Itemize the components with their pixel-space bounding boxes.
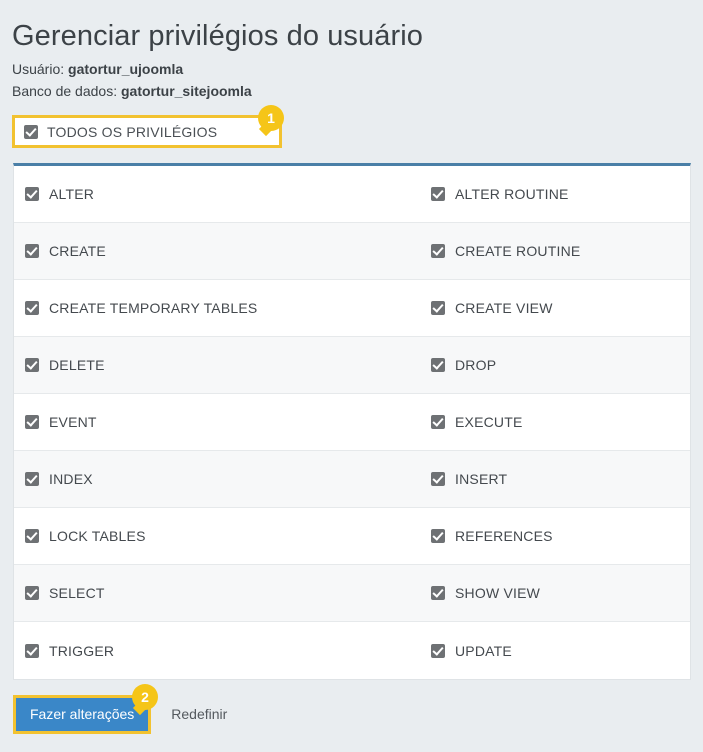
privilege-label: ALTER ROUTINE	[455, 186, 569, 202]
privilege-cell[interactable]: UPDATE	[420, 643, 680, 659]
privilege-checkbox[interactable]	[431, 643, 445, 658]
privilege-checkbox[interactable]	[431, 586, 445, 600]
table-row: LOCK TABLES REFERENCES	[14, 508, 690, 565]
privilege-checkbox[interactable]	[25, 358, 39, 372]
privilege-label: UPDATE	[455, 642, 512, 659]
privilege-label: SELECT	[49, 585, 105, 601]
privilege-cell[interactable]: SHOW VIEW	[420, 585, 680, 601]
table-row: TRIGGER UPDATE	[14, 622, 690, 679]
table-row: INDEX INSERT	[14, 451, 690, 508]
privileges-table: ALTER ALTER ROUTINE CREATE CREATE ROUTINE CR…	[13, 163, 691, 680]
make-changes-button[interactable]: Fazer alterações	[16, 697, 149, 731]
privilege-label: TRIGGER	[49, 642, 115, 659]
all-privileges-checkbox[interactable]	[24, 124, 38, 139]
privilege-label: EVENT	[49, 414, 97, 430]
privilege-label: SHOW VIEW	[455, 585, 541, 601]
database-meta: Banco de dados: gatortur_sitejoomla	[0, 80, 703, 102]
privilege-label: CREATE ROUTINE	[455, 243, 581, 259]
privilege-cell[interactable]: TRIGGER	[14, 643, 420, 659]
privilege-checkbox[interactable]	[25, 301, 39, 315]
submit-highlight: Fazer alterações 2	[13, 683, 158, 734]
privilege-label: DROP	[455, 357, 497, 373]
privilege-cell[interactable]: ALTER	[14, 186, 420, 202]
privilege-label: ALTER	[49, 186, 95, 202]
all-privileges-highlight: TODOS OS PRIVILÉGIOS 1	[12, 105, 284, 148]
privilege-cell[interactable]: EVENT	[14, 414, 420, 430]
privilege-label: DELETE	[49, 357, 105, 373]
submit-outline: Fazer alterações	[13, 694, 152, 734]
user-value: gatortur_ujoomla	[68, 61, 184, 77]
user-label: Usuário:	[12, 61, 65, 77]
page-title: Gerenciar privilégios do usuário	[12, 20, 424, 52]
privilege-label: CREATE VIEW	[455, 300, 553, 316]
privilege-checkbox[interactable]	[25, 529, 39, 543]
privilege-checkbox[interactable]	[25, 187, 39, 201]
form-actions: Fazer alterações 2 Redefinir	[13, 683, 703, 734]
privilege-label: EXECUTE	[455, 414, 523, 430]
table-row: EVENT EXECUTE	[14, 394, 690, 451]
privilege-checkbox[interactable]	[25, 472, 39, 486]
privilege-cell[interactable]: INDEX	[14, 471, 420, 487]
table-row: DELETE DROP	[14, 337, 690, 394]
privilege-checkbox[interactable]	[25, 643, 39, 658]
privilege-cell[interactable]: INSERT	[420, 471, 680, 487]
privilege-cell[interactable]: CREATE TEMPORARY TABLES	[14, 300, 420, 316]
privilege-cell[interactable]: CREATE	[14, 243, 420, 259]
privilege-label: LOCK TABLES	[49, 528, 146, 544]
database-label: Banco de dados:	[12, 83, 118, 99]
privilege-cell[interactable]: SELECT	[14, 585, 420, 601]
callout-badge-1: 1	[258, 105, 284, 131]
callout-badge-2: 2	[132, 683, 158, 710]
privilege-cell[interactable]: DROP	[420, 357, 680, 373]
privilege-cell[interactable]: REFERENCES	[420, 528, 680, 544]
privilege-checkbox[interactable]	[25, 244, 39, 258]
privilege-checkbox[interactable]	[431, 415, 445, 429]
privilege-label: INSERT	[455, 471, 508, 487]
privilege-label: CREATE	[49, 243, 106, 259]
table-row: CREATE CREATE ROUTINE	[14, 223, 690, 280]
privilege-label: CREATE TEMPORARY TABLES	[49, 300, 258, 316]
privilege-checkbox[interactable]	[431, 529, 445, 543]
table-row: CREATE TEMPORARY TABLES CREATE VIEW	[14, 280, 690, 337]
privilege-checkbox[interactable]	[431, 358, 445, 372]
table-row: SELECT SHOW VIEW	[14, 565, 690, 622]
privilege-checkbox[interactable]	[431, 301, 445, 315]
privilege-cell[interactable]: EXECUTE	[420, 414, 680, 430]
user-meta: Usuário: gatortur_ujoomla	[0, 58, 703, 80]
table-row: ALTER ALTER ROUTINE	[14, 166, 690, 223]
privilege-label: INDEX	[49, 471, 93, 487]
privilege-cell[interactable]: CREATE VIEW	[420, 300, 680, 316]
privilege-checkbox[interactable]	[431, 244, 445, 258]
all-privileges-row[interactable]: TODOS OS PRIVILÉGIOS	[12, 115, 282, 148]
all-privileges-label: TODOS OS PRIVILÉGIOS	[47, 123, 218, 140]
privilege-checkbox[interactable]	[431, 472, 445, 486]
privilege-checkbox[interactable]	[431, 187, 445, 201]
privilege-cell[interactable]: LOCK TABLES	[14, 528, 420, 544]
privilege-checkbox[interactable]	[25, 415, 39, 429]
privilege-checkbox[interactable]	[25, 586, 39, 600]
privilege-cell[interactable]: CREATE ROUTINE	[420, 243, 680, 259]
privilege-cell[interactable]: ALTER ROUTINE	[420, 186, 680, 202]
reset-link[interactable]: Redefinir	[171, 706, 227, 722]
manage-user-privileges-page: Gerenciar privilégios do usuário Usuário…	[0, 0, 703, 752]
privilege-cell[interactable]: DELETE	[14, 357, 420, 373]
privilege-label: REFERENCES	[455, 528, 553, 544]
database-value: gatortur_sitejoomla	[120, 83, 252, 99]
